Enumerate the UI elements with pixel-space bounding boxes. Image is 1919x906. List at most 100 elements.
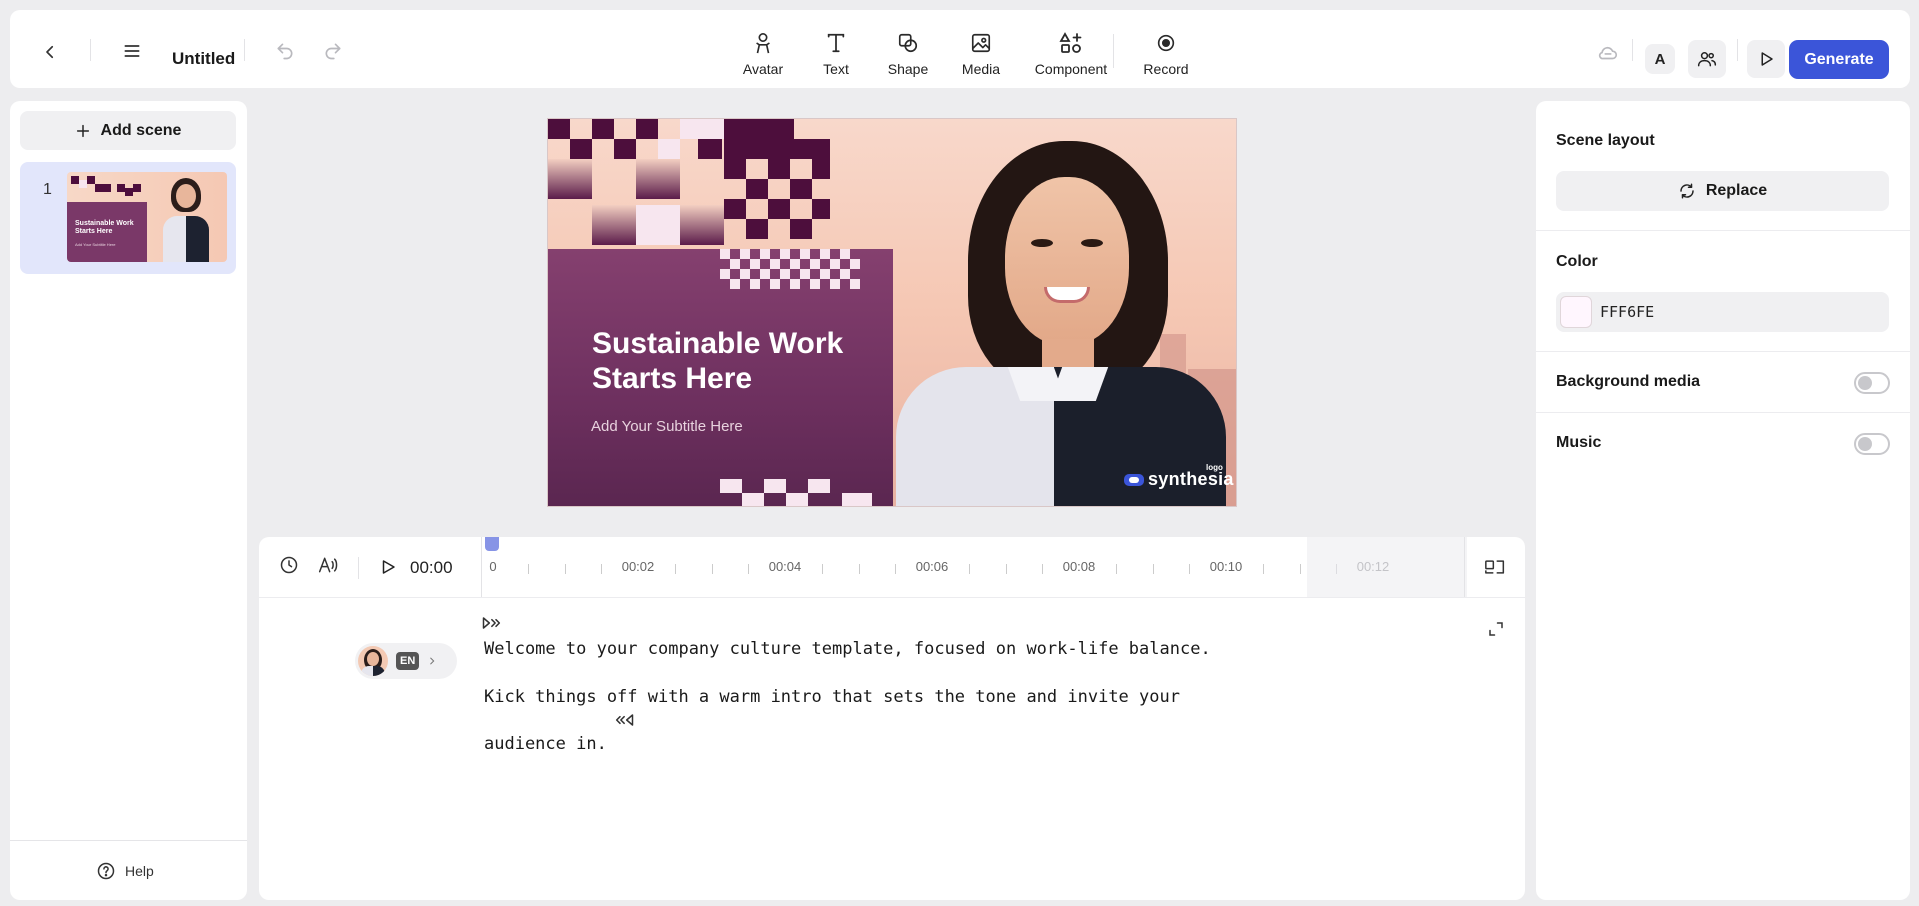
component-icon: [1059, 32, 1082, 53]
collaborators-button[interactable]: [1688, 40, 1726, 78]
plus-icon: [76, 124, 89, 137]
slide-title[interactable]: Sustainable Work Starts Here: [592, 326, 892, 396]
mosaic-tile: [698, 139, 722, 159]
color-hex-value[interactable]: FFF6FE: [1600, 303, 1654, 321]
tool-component[interactable]: Component: [1031, 28, 1111, 77]
current-time: 00:00: [410, 558, 453, 577]
tool-media[interactable]: Media: [941, 28, 1021, 77]
mosaic-tile: [746, 179, 768, 199]
mosaic-tile: [636, 119, 658, 139]
mosaic-tile: [780, 269, 790, 279]
timing-button[interactable]: [279, 555, 299, 575]
back-button[interactable]: [38, 40, 62, 64]
background-media-toggle[interactable]: [1854, 372, 1890, 394]
scene-canvas[interactable]: Sustainable Work Starts Here Add Your Su…: [547, 118, 1237, 507]
avatar-eye: [1031, 239, 1053, 247]
replace-layout-button[interactable]: Replace: [1556, 171, 1889, 211]
avatar-voice-selector[interactable]: EN: [355, 643, 457, 679]
divider: [1536, 230, 1910, 231]
timeline-tick: [968, 564, 970, 574]
mosaic-tile: [770, 259, 780, 269]
mosaic-tile: [548, 159, 592, 199]
help-button[interactable]: Help: [96, 861, 154, 881]
timeline-tick: [858, 564, 860, 574]
color-swatch[interactable]: [1560, 296, 1592, 328]
script-line[interactable]: audience in.: [484, 734, 607, 754]
mosaic-tile: [730, 279, 740, 289]
add-scene-label: Add scene: [100, 121, 182, 139]
cloud-off-icon: [1598, 46, 1618, 60]
mosaic-tile: [800, 249, 810, 259]
scene-number: 1: [43, 181, 52, 198]
tool-label: Component: [1034, 61, 1108, 77]
tool-shape[interactable]: Shape: [868, 28, 948, 77]
menu-button[interactable]: [119, 38, 145, 64]
cloud-sync-status: [1595, 40, 1621, 66]
chevron-left-icon: [46, 45, 54, 59]
generate-button[interactable]: Generate: [1789, 40, 1889, 79]
scene-card-1[interactable]: 1 Sustainable Work Starts Here Add Your …: [20, 162, 236, 274]
voice-icon: [318, 557, 338, 573]
font-style-button[interactable]: A: [1645, 44, 1675, 74]
mosaic-tile: [740, 249, 750, 259]
mosaic-tile: [840, 249, 850, 259]
mosaic-tile: [830, 259, 840, 269]
avatar-thumbnail: [358, 646, 388, 676]
mosaic-tile: [808, 479, 830, 493]
mosaic-tile: [614, 139, 636, 159]
timeline-tick: [1152, 564, 1154, 574]
mosaic-tile: [742, 493, 764, 506]
tool-text[interactable]: Text: [796, 28, 876, 77]
mosaic-tile: [680, 205, 724, 245]
undo-button[interactable]: [272, 38, 298, 64]
slide-subtitle[interactable]: Add Your Subtitle Here: [591, 418, 743, 435]
play-icon: [382, 560, 395, 574]
mosaic-tile: [636, 205, 680, 245]
mosaic-tile: [730, 259, 740, 269]
add-scene-button[interactable]: Add scene: [20, 111, 236, 150]
divider: [244, 39, 245, 61]
script-line[interactable]: Kick things off with a warm intro that s…: [484, 687, 1180, 707]
timeline-tick-label: 00:12: [1356, 559, 1390, 574]
mosaic-tile: [790, 279, 800, 289]
brand-logo[interactable]: synthesia: [1124, 469, 1234, 490]
mosaic-tile: [746, 219, 768, 239]
scene-thumbnail[interactable]: Sustainable Work Starts Here Add Your Su…: [67, 172, 227, 262]
project-title[interactable]: Untitled: [172, 49, 235, 69]
properties-panel: Scene layout Replace Color FFF6FE Backgr…: [1536, 101, 1910, 900]
divider: [10, 840, 247, 841]
clock-icon: [280, 556, 298, 574]
script-line[interactable]: Welcome to your company culture template…: [484, 639, 1211, 659]
timeline-tick: [601, 564, 603, 574]
mosaic-tile: [680, 119, 702, 139]
thumb-title: Sustainable Work Starts Here: [75, 220, 134, 235]
redo-button[interactable]: [320, 38, 346, 64]
voice-button[interactable]: [317, 555, 339, 575]
mosaic-tile: [724, 199, 746, 219]
timeline-tick-label: 00:04: [768, 559, 802, 574]
divider: [481, 537, 482, 597]
mosaic-tile: [820, 269, 830, 279]
mosaic-tile: [760, 249, 770, 259]
redo-icon: [325, 43, 341, 60]
timeline-tick: [527, 564, 529, 574]
mosaic-tile: [790, 219, 812, 239]
mosaic-tile: [764, 479, 786, 493]
playhead-handle[interactable]: [485, 537, 499, 551]
music-toggle[interactable]: [1854, 433, 1890, 455]
tool-record[interactable]: Record: [1126, 28, 1206, 77]
expand-editor-button[interactable]: [1484, 617, 1508, 641]
timeline-ruler[interactable]: 0 00:02 00:04 00:06 00:08 00:10 00:12: [485, 537, 1447, 598]
preview-play-button[interactable]: [1747, 40, 1785, 78]
tool-avatar[interactable]: Avatar: [723, 28, 803, 77]
timeline-play-button[interactable]: [379, 557, 397, 577]
color-picker-field[interactable]: FFF6FE: [1556, 292, 1889, 332]
mosaic-tile: [786, 493, 808, 506]
timeline-layout-button[interactable]: [1484, 557, 1506, 577]
thumb-subtitle: Add Your Subtitle Here: [75, 242, 116, 247]
mosaic-tile: [724, 139, 830, 159]
timeline-tick: [1336, 564, 1338, 574]
divider: [1632, 39, 1633, 61]
mosaic-tile: [790, 259, 800, 269]
timeline-tick: [1005, 564, 1007, 574]
